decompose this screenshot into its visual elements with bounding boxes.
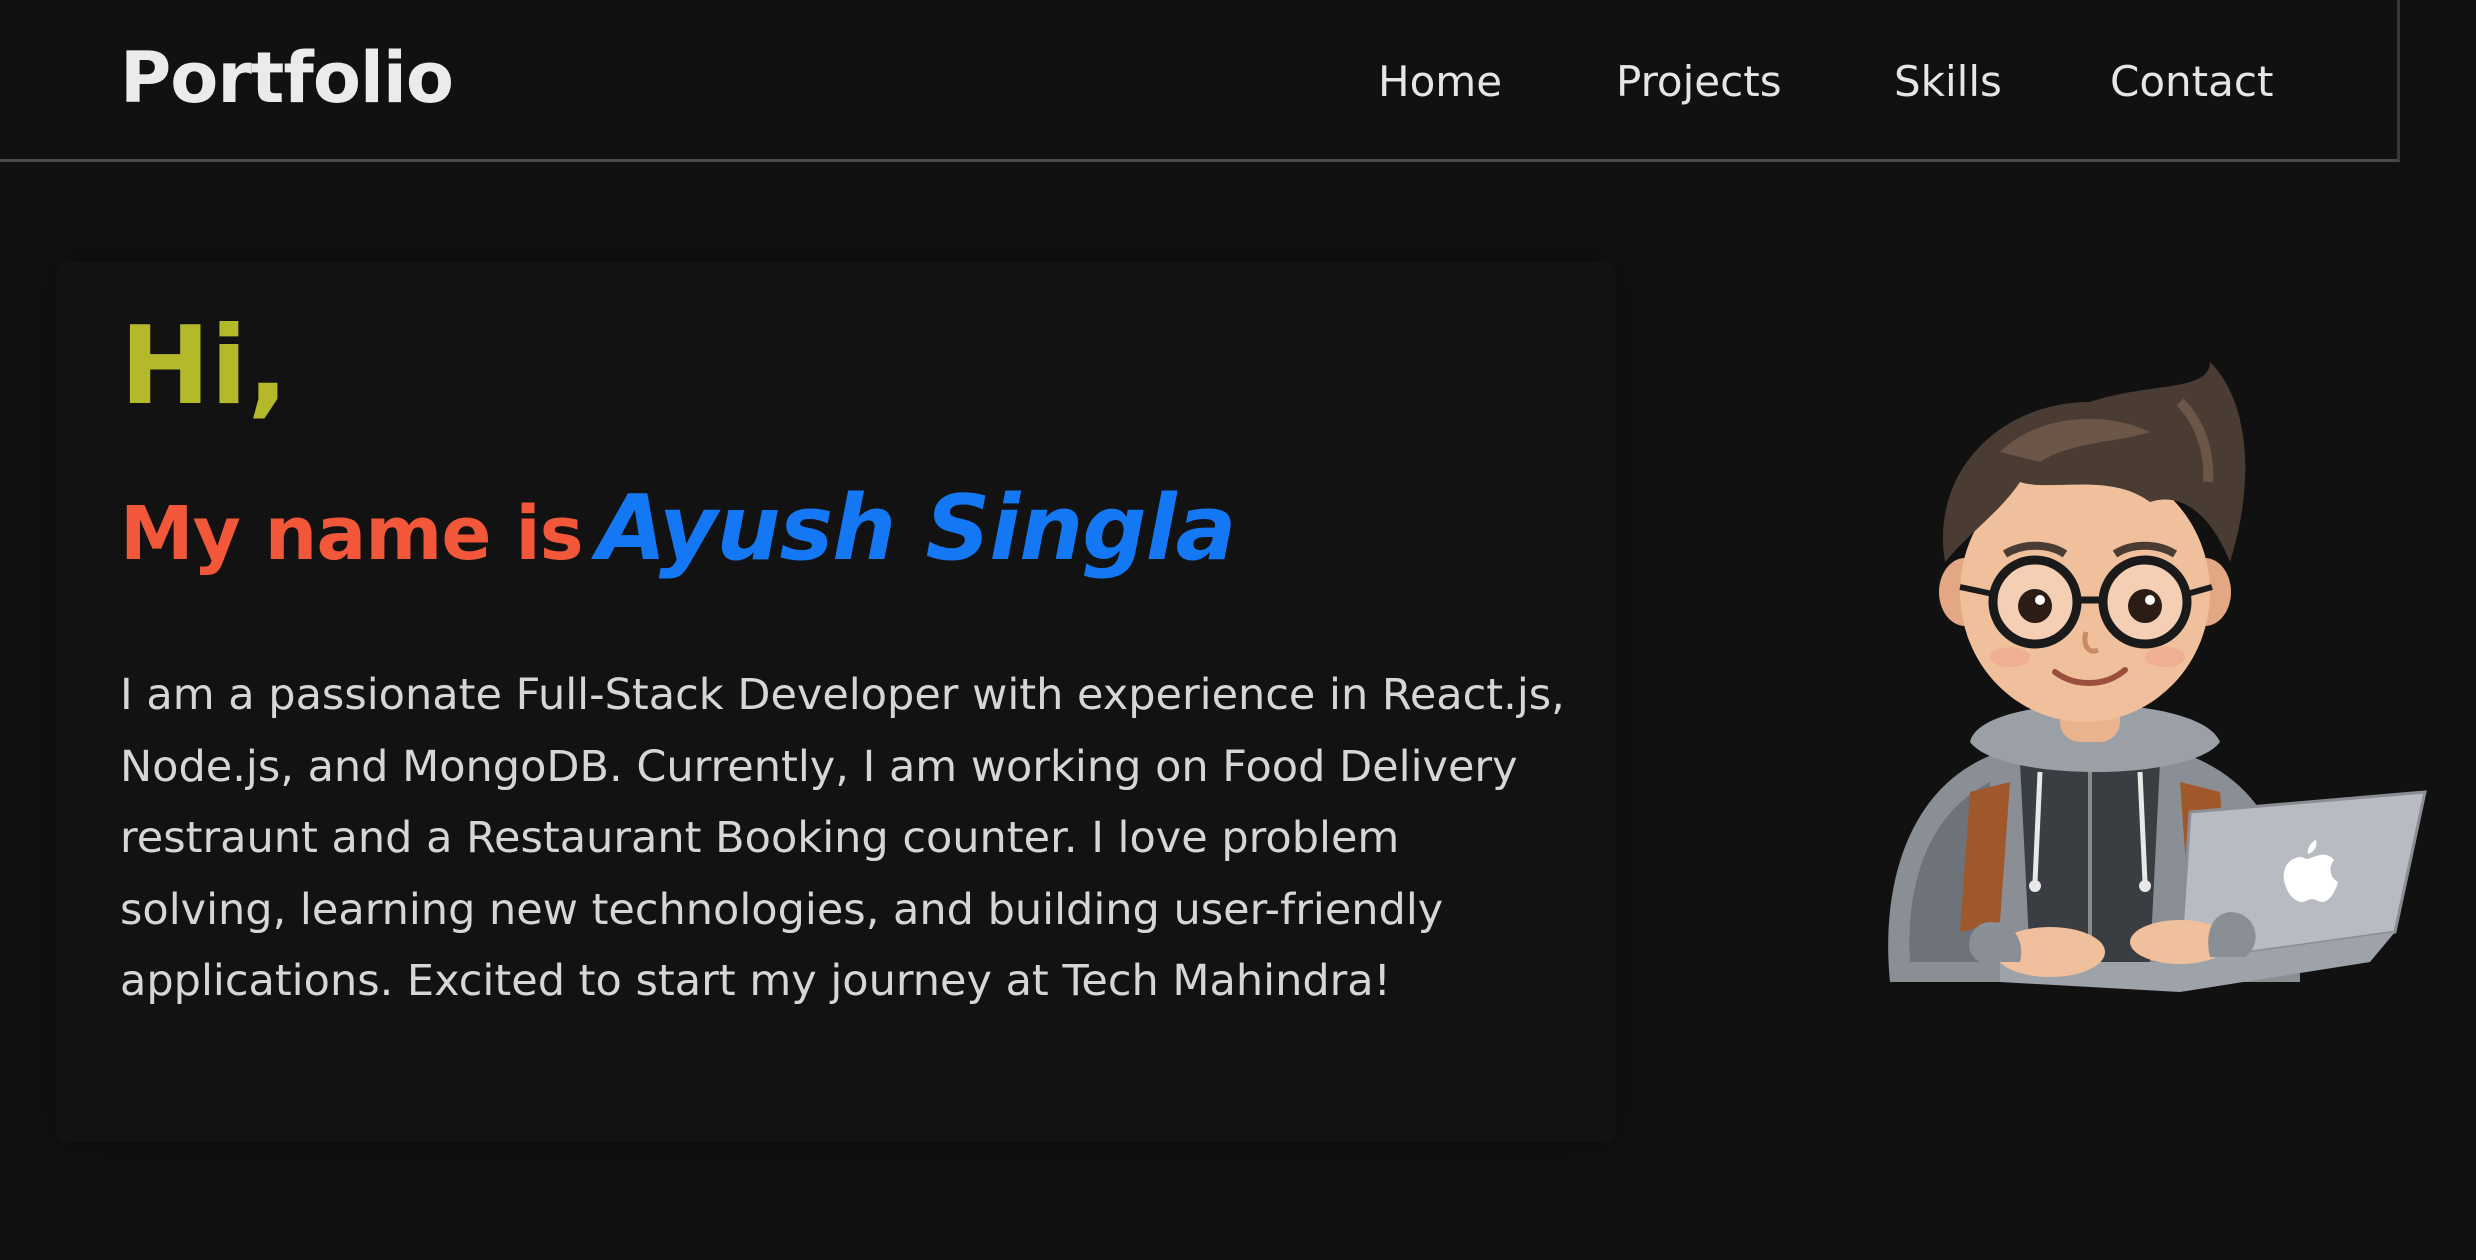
nav-link-contact[interactable]: Contact bbox=[2110, 54, 2273, 110]
developer-avatar-illustration bbox=[1850, 362, 2430, 1002]
nav-link-home[interactable]: Home bbox=[1378, 54, 1502, 110]
avatar-svg bbox=[1888, 362, 2427, 992]
hero-name-prefix: My name is bbox=[120, 491, 584, 577]
navbar: Portfolio Home Projects Skills Contact bbox=[0, 0, 2400, 162]
hero-name-line: My name is Ayush Singla bbox=[120, 474, 1237, 609]
nav-link-projects[interactable]: Projects bbox=[1616, 54, 1782, 110]
brand-logo[interactable]: Portfolio bbox=[120, 36, 454, 120]
hero-name: Ayush Singla bbox=[596, 476, 1237, 581]
nav-link-skills[interactable]: Skills bbox=[1894, 54, 2002, 110]
hero-section: Hi, My name is Ayush Singla I am a passio… bbox=[0, 162, 2476, 1260]
hero-greeting: Hi, bbox=[120, 304, 289, 429]
hero-bio: I am a passionate Full-Stack Developer w… bbox=[120, 670, 1565, 1006]
